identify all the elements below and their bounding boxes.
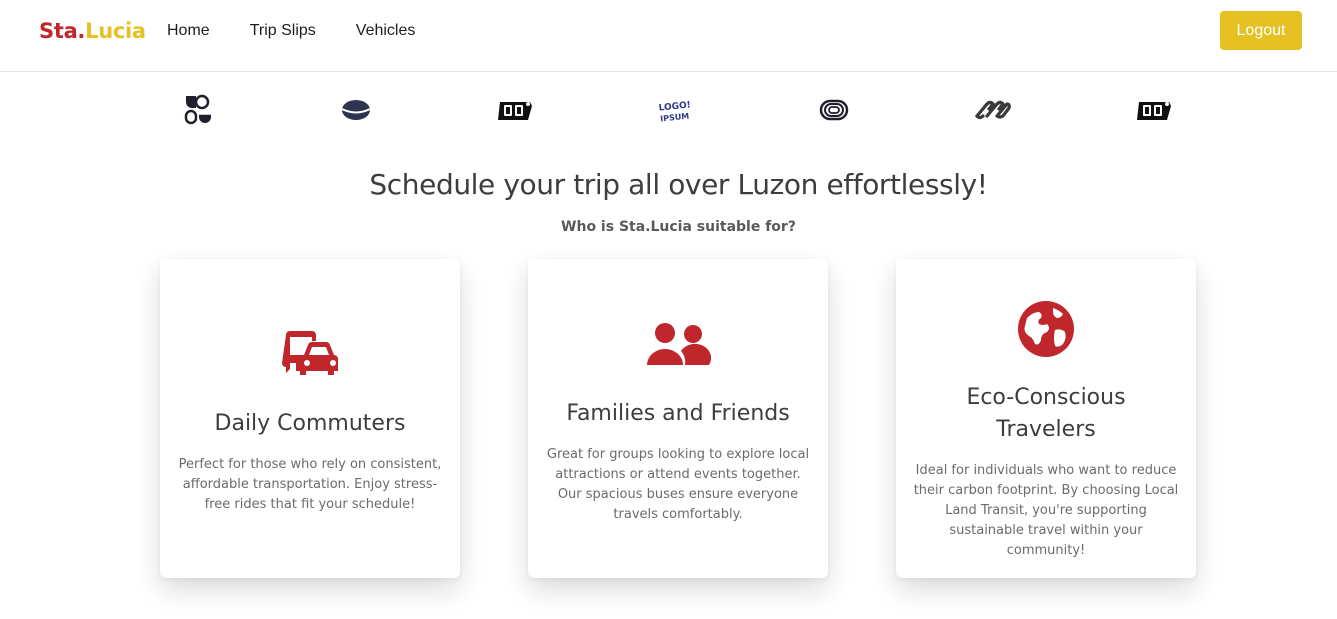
partner-logo-strip: LOGO! IPSUM bbox=[0, 90, 1337, 130]
brand-part-lucia: Lucia bbox=[85, 19, 146, 43]
card-description: Great for groups looking to explore loca… bbox=[546, 447, 810, 522]
card-title: Daily Commuters bbox=[214, 411, 406, 436]
globe-icon bbox=[896, 300, 1196, 358]
logoipsum-logo-icon: LOGO! IPSUM bbox=[655, 90, 695, 130]
rings-logo-icon bbox=[814, 90, 854, 130]
svg-text:IPSUM: IPSUM bbox=[660, 112, 690, 124]
hero-subtitle: Who is Sta.Lucia suitable for? bbox=[561, 219, 796, 235]
infinity-logo-icon bbox=[973, 90, 1013, 130]
navbar: Sta.Lucia Home Trip Slips Vehicles Logou… bbox=[0, 0, 1337, 72]
card-families-and-friends: Families and Friends Great for groups lo… bbox=[528, 259, 828, 578]
nav-link-trip-slips[interactable]: Trip Slips bbox=[250, 22, 316, 40]
brand-logo[interactable]: Sta.Lucia bbox=[39, 19, 146, 43]
nav-link-vehicles[interactable]: Vehicles bbox=[356, 22, 416, 40]
lips-logo-icon bbox=[336, 90, 376, 130]
nav-links: Home Trip Slips Vehicles bbox=[167, 22, 455, 40]
card-title: Eco-Conscious Travelers bbox=[966, 385, 1126, 442]
card-title: Families and Friends bbox=[566, 401, 790, 426]
logout-button[interactable]: Logout bbox=[1220, 11, 1302, 50]
bus-car-icon bbox=[160, 329, 460, 379]
card-description: Ideal for individuals who want to reduce… bbox=[913, 463, 1179, 558]
users-icon bbox=[528, 321, 828, 367]
card-daily-commuters: Daily Commuters Perfect for those who re… bbox=[160, 259, 460, 578]
hero-title: Schedule your trip all over Luzon effort… bbox=[369, 168, 988, 201]
oo-logo-icon bbox=[1135, 90, 1175, 130]
oo-logo-icon bbox=[496, 90, 536, 130]
brand-part-sta: Sta. bbox=[39, 19, 86, 43]
card-eco-conscious-travelers: Eco-Conscious Travelers Ideal for indivi… bbox=[896, 259, 1196, 578]
blocks-logo-icon bbox=[178, 90, 218, 130]
card-description: Perfect for those who rely on consistent… bbox=[178, 457, 442, 512]
nav-link-home[interactable]: Home bbox=[167, 22, 210, 40]
